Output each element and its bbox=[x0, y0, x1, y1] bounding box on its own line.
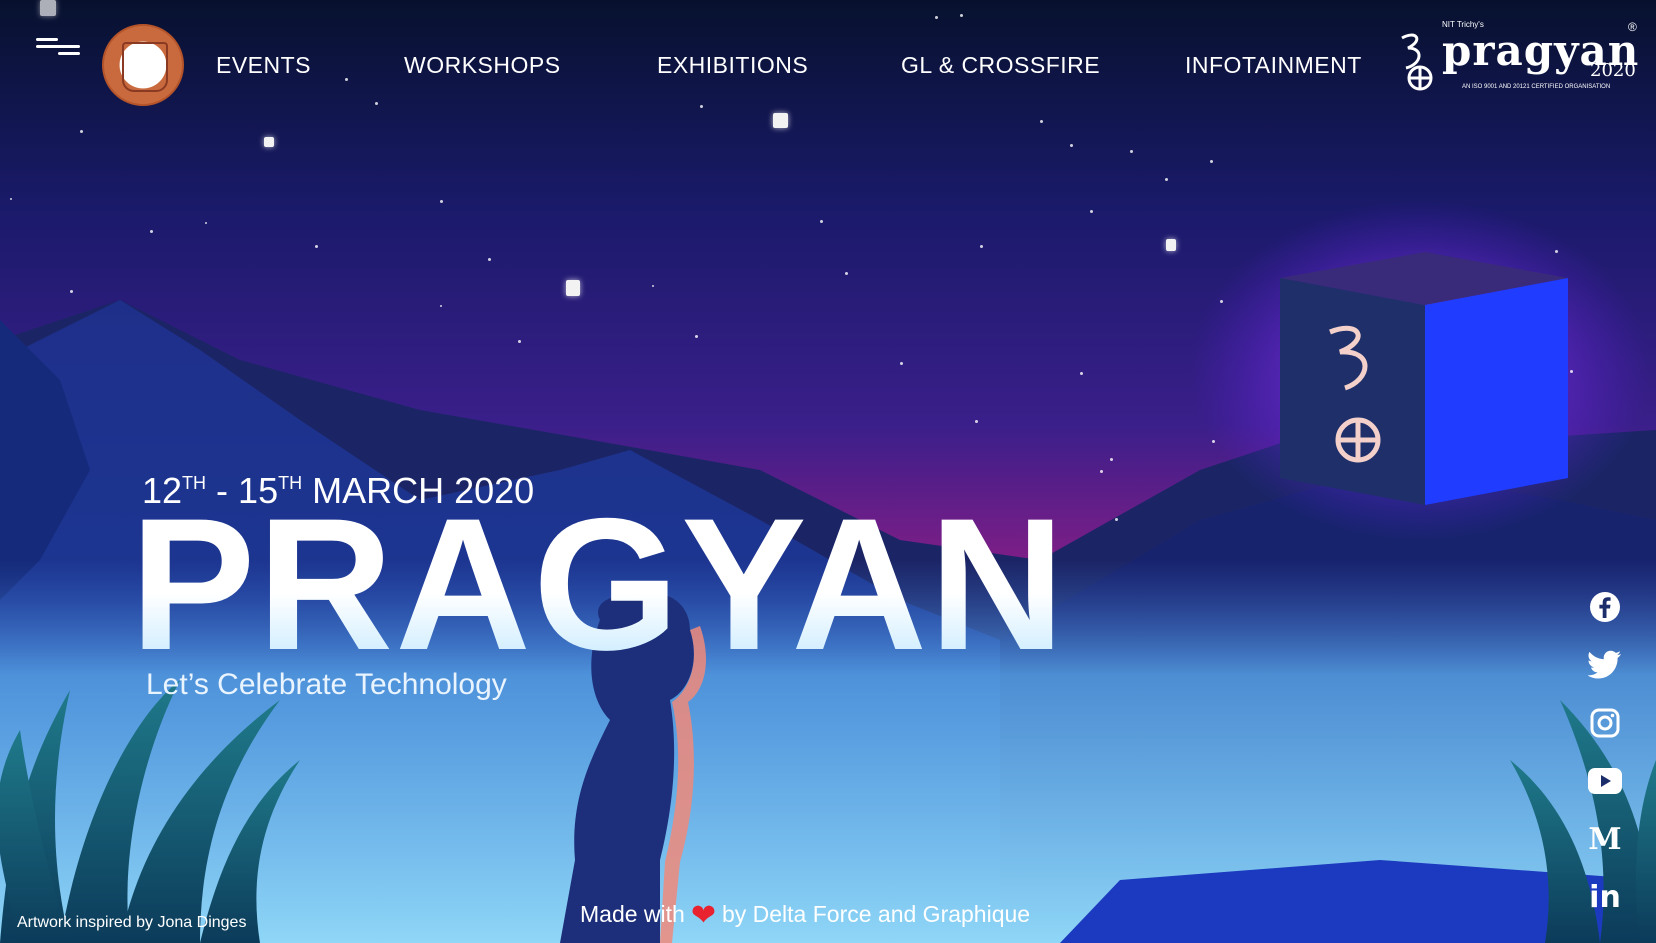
instagram-icon[interactable] bbox=[1588, 706, 1622, 740]
artwork-credit: Artwork inspired by Jona Dinges bbox=[17, 914, 247, 931]
hamburger-menu-icon bbox=[36, 38, 58, 41]
brand-certification: AN ISO 9001 AND 20121 CERTIFIED ORGANISA… bbox=[1462, 84, 1611, 90]
menu-button[interactable] bbox=[36, 34, 80, 58]
made-with-credit: Made with ❤ by Delta Force and Graphique bbox=[580, 898, 1030, 933]
hero-title: PRAGYAN bbox=[130, 479, 1067, 689]
twitter-icon[interactable] bbox=[1588, 648, 1622, 682]
brand-year: 2020 bbox=[1590, 60, 1636, 81]
nav-item-infotainment[interactable]: INFOTAINMENT bbox=[1185, 52, 1362, 79]
bright-star bbox=[566, 280, 580, 296]
made-with-text: Made with bbox=[580, 901, 685, 927]
bright-star bbox=[1166, 239, 1176, 251]
hero-tagline: Let’s Celebrate Technology bbox=[146, 668, 507, 701]
nav-item-exhibitions[interactable]: EXHIBITIONS bbox=[657, 52, 808, 79]
bright-star bbox=[773, 113, 788, 128]
medium-icon[interactable]: M bbox=[1588, 822, 1622, 857]
made-by-text: by Delta Force and Graphique bbox=[721, 901, 1031, 927]
nit-trichy-emblem-icon bbox=[122, 42, 168, 92]
bright-star bbox=[40, 0, 56, 16]
nav-item-gl-crossfire[interactable]: GL & CROSSFIRE bbox=[901, 52, 1100, 79]
college-logo[interactable] bbox=[102, 24, 184, 106]
facebook-icon[interactable] bbox=[1588, 590, 1622, 624]
hamburger-line bbox=[36, 45, 80, 48]
registered-mark: ® bbox=[1628, 20, 1637, 34]
bright-star bbox=[264, 137, 274, 147]
pragyan-emblem-icon bbox=[1401, 33, 1433, 91]
nav-item-events[interactable]: EVENTS bbox=[216, 52, 311, 79]
linkedin-icon[interactable]: in bbox=[1588, 880, 1622, 915]
pragyan-brand-logo[interactable]: NIT Trichy's pragyan 2020 ® AN ISO 9001 … bbox=[1394, 20, 1638, 94]
nav-item-workshops[interactable]: WORKSHOPS bbox=[404, 52, 561, 79]
heart-icon: ❤ bbox=[690, 899, 716, 932]
youtube-icon[interactable] bbox=[1588, 764, 1622, 798]
hamburger-line bbox=[58, 52, 80, 55]
